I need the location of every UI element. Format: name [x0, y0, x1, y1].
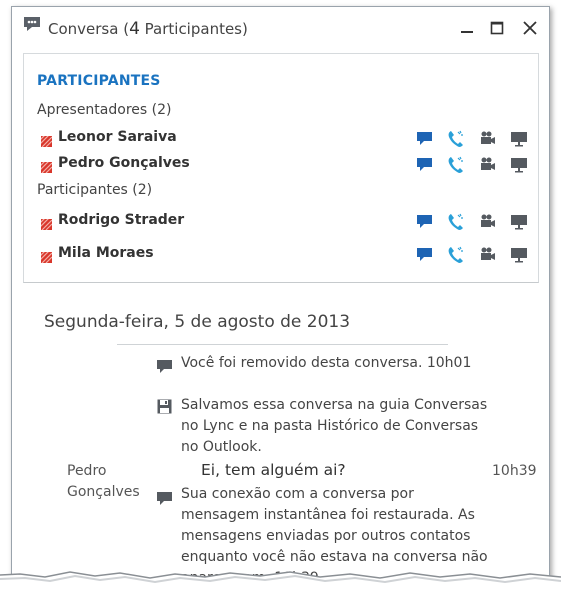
maximize-icon: [490, 21, 504, 35]
save-icon: [157, 399, 173, 414]
system-message-removed: Você foi removido desta conversa. 10h01: [181, 355, 472, 371]
participants-heading: PARTICIPANTES: [37, 73, 161, 89]
saved-line: Salvamos essa conversa na guia Conversas: [181, 397, 488, 413]
call-icon[interactable]: [447, 130, 465, 148]
title-suffix: Participantes): [139, 20, 248, 38]
participant-name[interactable]: Leonor Saraiva: [58, 129, 177, 145]
saved-line: no Outlook.: [181, 439, 262, 455]
video-icon[interactable]: [479, 246, 497, 264]
system-message-icon: [157, 359, 173, 374]
conversation-date: Segunda-feira, 5 de agosto de 2013: [44, 312, 351, 332]
sender-last-name: Gonçalves: [67, 484, 140, 500]
saved-line: no Lync e na pasta Histórico de Conversa…: [181, 418, 479, 434]
present-icon[interactable]: [510, 130, 528, 148]
restored-line: Sua conexão com a conversa por: [181, 486, 414, 502]
conversation-icon: [23, 16, 41, 32]
chat-icon[interactable]: [416, 130, 434, 148]
system-message-restored: Sua conexão com a conversa por mensagem …: [181, 484, 488, 589]
present-icon[interactable]: [510, 246, 528, 264]
conversation-history: Segunda-feira, 5 de agosto de 2013 Você …: [23, 283, 537, 597]
restored-line: mensagens enviadas por outros contatos: [181, 528, 471, 544]
video-icon[interactable]: [479, 130, 497, 148]
presence-offline-icon: [39, 215, 53, 231]
message-sender: Pedro Gonçalves: [67, 461, 140, 503]
group-participants-label: Participantes (2): [37, 182, 153, 198]
participant-name[interactable]: Pedro Gonçalves: [58, 155, 190, 171]
minimize-icon: [461, 31, 473, 33]
chat-message-time: 10h39: [492, 463, 537, 479]
window-title: Conversa (4 Participantes): [48, 19, 248, 39]
maximize-button[interactable]: [485, 16, 509, 40]
title-prefix: Conversa (: [48, 20, 130, 38]
video-icon[interactable]: [479, 213, 497, 231]
sender-first-name: Pedro: [67, 463, 107, 479]
close-icon: [523, 21, 537, 35]
minimize-button[interactable]: [455, 16, 479, 40]
group-presenters-label: Apresentadores (2): [37, 102, 172, 118]
close-button[interactable]: [518, 16, 542, 40]
present-icon[interactable]: [510, 213, 528, 231]
present-icon[interactable]: [510, 156, 528, 174]
system-message-saved: Salvamos essa conversa na guia Conversas…: [181, 395, 487, 458]
call-icon[interactable]: [447, 246, 465, 264]
participants-panel: PARTICIPANTES Apresentadores (2) Leonor …: [23, 53, 539, 283]
call-icon[interactable]: [447, 156, 465, 174]
system-message-icon: [157, 491, 173, 506]
restored-line: mensagem instantânea foi restaurada. As: [181, 507, 475, 523]
title-bar: Conversa (4 Participantes): [12, 7, 549, 51]
restored-line: enquanto você não estava na conversa não: [181, 549, 488, 565]
call-icon[interactable]: [447, 213, 465, 231]
chat-icon[interactable]: [416, 213, 434, 231]
presence-offline-icon: [39, 248, 53, 264]
conversation-window: Conversa (4 Participantes) PARTICIPANTES…: [11, 6, 550, 598]
presence-offline-icon: [39, 132, 53, 148]
chat-icon[interactable]: [416, 156, 434, 174]
participant-name[interactable]: Rodrigo Strader: [58, 212, 184, 228]
participant-name[interactable]: Mila Moraes: [58, 245, 154, 261]
restored-line: apareceram. 10h39: [181, 570, 319, 586]
chat-message-text: Ei, tem alguém ai?: [201, 461, 346, 479]
date-separator: [117, 344, 448, 345]
video-icon[interactable]: [479, 156, 497, 174]
participant-count: 4: [129, 19, 140, 39]
chat-icon[interactable]: [416, 246, 434, 264]
presence-offline-icon: [39, 158, 53, 174]
